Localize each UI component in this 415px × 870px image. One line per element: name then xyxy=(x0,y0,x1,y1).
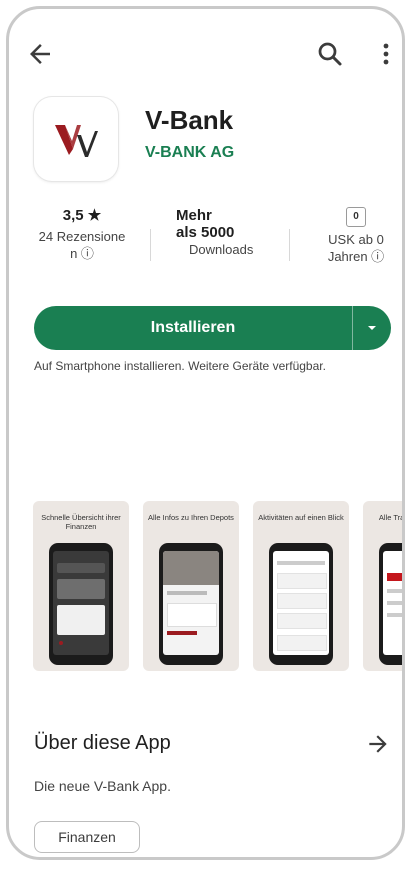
app-icon xyxy=(34,97,118,181)
screenshot-card[interactable]: Schnelle Übersicht ihrer Finanzen xyxy=(33,501,129,671)
chevron-down-icon[interactable] xyxy=(353,306,391,350)
search-icon[interactable] xyxy=(315,39,345,69)
screenshot-caption: Aktivitäten auf einen Blick xyxy=(258,513,344,522)
rating-value: 3,5 ★ xyxy=(62,207,102,224)
phone-screen xyxy=(53,551,109,655)
v-bank-logo xyxy=(55,125,98,157)
usk-badge-icon: 0 xyxy=(346,207,366,227)
about-description: Die neue V-Bank App. xyxy=(34,778,171,794)
age-info: Jahren ⓘ xyxy=(327,249,385,264)
rating-stat[interactable]: 3,5 ★ 24 Rezensione n ⓘ xyxy=(23,207,141,262)
age-label: USK ab 0 xyxy=(328,232,384,247)
phone-mockup xyxy=(49,543,113,665)
phone-screen xyxy=(273,551,329,655)
downloads-value-line1: Mehr xyxy=(176,207,212,224)
stats-row: 3,5 ★ 24 Rezensione n ⓘ Mehr als 5000 Do… xyxy=(23,207,395,287)
downloads-label: Downloads xyxy=(189,242,254,257)
screenshot-card[interactable]: Aktivitäten auf einen Blick xyxy=(253,501,349,671)
more-vert-icon[interactable] xyxy=(375,39,397,69)
stat-divider xyxy=(150,229,151,261)
screenshot-carousel[interactable]: Schnelle Übersicht ihrer Finanzen Alle I… xyxy=(33,501,405,671)
downloads-stat: Mehr als 5000 Downloads xyxy=(163,207,263,258)
app-title: V-Bank xyxy=(145,105,234,135)
phone-mockup xyxy=(159,543,223,665)
phone-screen xyxy=(383,551,402,655)
usk-badge-value: 0 xyxy=(353,211,359,222)
developer-link[interactable]: V-BANK AG xyxy=(145,144,234,162)
phone-frame: V-Bank V-BANK AG 3,5 ★ 24 Rezensione n ⓘ… xyxy=(6,6,405,860)
phone-mockup xyxy=(379,543,402,665)
screenshot-caption: Alle Infos zu Ihren Depots xyxy=(148,513,234,522)
rating-info: n ⓘ xyxy=(70,246,94,261)
install-button[interactable]: Installieren xyxy=(34,306,391,350)
install-note: Auf Smartphone installieren. Weitere Ger… xyxy=(34,359,326,373)
rating-label: 24 Rezensione xyxy=(38,229,126,244)
screenshot-caption: Alle Trans an einen xyxy=(378,513,405,522)
phone-screen xyxy=(163,551,219,655)
screenshot-card[interactable]: Alle Trans an einen xyxy=(363,501,405,671)
arrow-left-icon[interactable] xyxy=(25,39,55,69)
about-title[interactable]: Über diese App xyxy=(34,732,171,755)
install-label: Installieren xyxy=(150,319,236,336)
downloads-value-line2: als 5000 xyxy=(176,224,235,241)
top-app-bar xyxy=(9,35,402,75)
screenshot-card[interactable]: Alle Infos zu Ihren Depots xyxy=(143,501,239,671)
phone-mockup xyxy=(269,543,333,665)
stat-divider xyxy=(289,229,290,261)
screenshot-caption: Schnelle Übersicht ihrer Finanzen xyxy=(41,513,121,531)
category-chip[interactable]: Finanzen xyxy=(34,821,140,853)
arrow-right-icon[interactable] xyxy=(365,731,391,757)
age-rating-stat[interactable]: 0 USK ab 0 Jahren ⓘ xyxy=(309,207,402,265)
